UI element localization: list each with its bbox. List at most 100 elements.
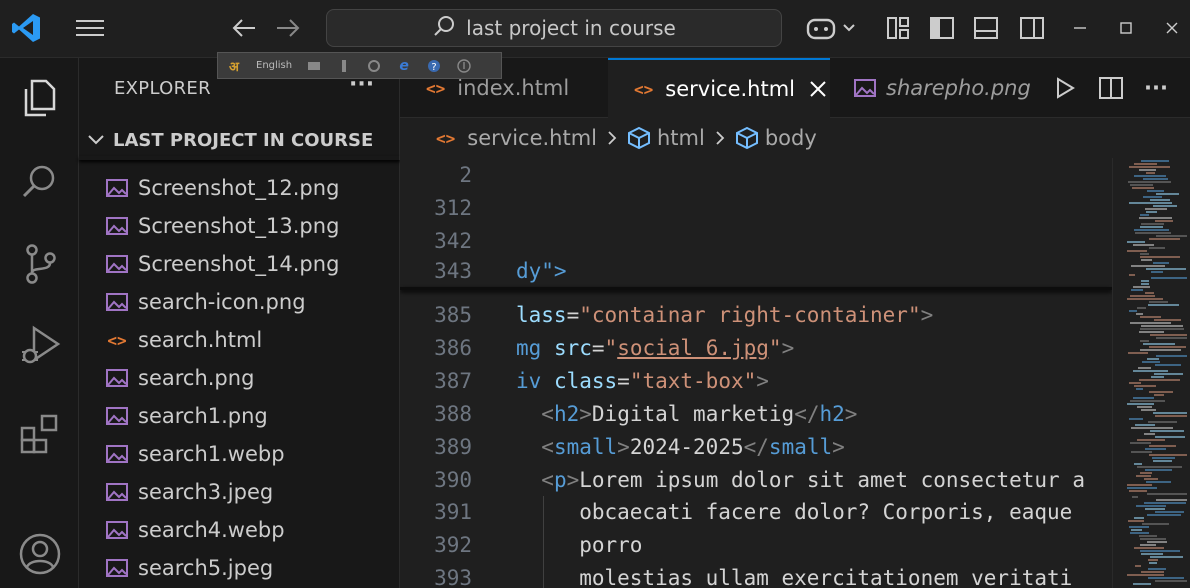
tab-label: sharepho.png (886, 76, 1031, 100)
forward-arrow-icon[interactable] (270, 12, 306, 44)
command-center-search[interactable]: last project in course (326, 9, 782, 47)
minimize-icon[interactable] (1066, 14, 1094, 42)
breadcrumb-item[interactable]: service.html (467, 126, 597, 150)
code-line[interactable]: 388 <h2>Digital marketig</h2> (400, 397, 1112, 430)
file-item[interactable]: Screenshot_14.png (79, 245, 400, 283)
options-icon[interactable] (456, 58, 472, 74)
image-file-icon (105, 557, 129, 579)
file-item[interactable]: search1.png (79, 397, 400, 435)
minimap-line (1140, 349, 1181, 351)
file-item[interactable]: search3.jpeg (79, 473, 400, 511)
minimap-line (1154, 373, 1183, 375)
minimap-line (1129, 166, 1170, 168)
language-label[interactable]: English (256, 58, 292, 74)
minimap-line (1148, 304, 1179, 306)
minimap-line (1134, 163, 1157, 165)
line-number: 342 (434, 228, 472, 253)
minimap-line (1147, 541, 1167, 543)
minimap-line (1148, 568, 1166, 570)
close-tab-icon[interactable] (809, 80, 827, 98)
extensions-icon[interactable] (0, 402, 79, 462)
settings-icon[interactable] (366, 58, 382, 74)
pen-icon[interactable] (336, 58, 352, 74)
code-text: dy"> (516, 258, 567, 283)
toggle-secondary-sidebar-icon[interactable] (1016, 12, 1048, 44)
back-arrow-icon[interactable] (226, 12, 262, 44)
code-line[interactable]: 387 iv class="taxt-box"> (400, 364, 1112, 397)
minimap-line (1129, 418, 1143, 420)
code-line[interactable]: 391 obcaecati facere dolor? Corporis, ea… (400, 495, 1112, 528)
image-file-icon (105, 291, 129, 313)
minimap-line (1139, 169, 1156, 171)
minimap[interactable] (1112, 158, 1190, 588)
file-item[interactable]: Screenshot_13.png (79, 207, 400, 245)
code-text: porro (516, 532, 643, 557)
minimap-line (1134, 463, 1142, 465)
minimap-line (1133, 397, 1154, 399)
minimap-line (1130, 184, 1153, 186)
title-bar: last project in course (0, 0, 1190, 58)
copilot-icon[interactable] (800, 12, 860, 44)
file-item[interactable]: search1.webp (79, 435, 400, 473)
menu-icon[interactable] (70, 12, 110, 44)
tab-sharepho-png[interactable]: sharepho.png (830, 58, 1040, 118)
minimap-line (1140, 538, 1166, 540)
keyboard-icon[interactable] (306, 58, 322, 74)
ie-icon[interactable]: e (396, 58, 412, 74)
toggle-panel-icon[interactable] (970, 12, 1002, 44)
editor-more-icon[interactable]: ··· (1140, 58, 1172, 118)
folder-name: LAST PROJECT IN COURSE (113, 129, 374, 151)
file-item[interactable]: <> search.html (79, 321, 400, 359)
breadcrumb-item[interactable]: body (765, 126, 817, 150)
file-item[interactable]: search-icon.png (79, 283, 400, 321)
layout-customize-icon[interactable] (882, 12, 914, 44)
minimap-line (1140, 340, 1149, 342)
code-line[interactable]: 393 molestias ullam exercitationem verit… (400, 561, 1112, 588)
file-item[interactable]: search4.webp (79, 511, 400, 549)
line-number: 312 (434, 195, 472, 220)
code-line[interactable]: 389 <small>2024-2025</small> (400, 430, 1112, 463)
file-item[interactable]: Screenshot_12.png (79, 169, 400, 207)
line-number: 386 (434, 335, 472, 360)
breadcrumb-item[interactable]: html (657, 126, 705, 150)
account-icon[interactable] (0, 524, 79, 584)
close-window-icon[interactable] (1158, 14, 1186, 42)
code-editor[interactable]: 2 312 342 343 dy"> 385 lass="containar rig… (400, 158, 1112, 588)
minimap-line (1149, 454, 1187, 456)
file-name: Screenshot_14.png (138, 252, 340, 276)
sticky-line[interactable]: 342 (400, 224, 1112, 257)
file-item[interactable]: search.png (79, 359, 400, 397)
run-icon[interactable] (1050, 58, 1080, 118)
svg-text:?: ? (431, 62, 436, 73)
code-line[interactable]: 386 mg src="social 6.jpg"> (400, 331, 1112, 364)
maximize-icon[interactable] (1112, 14, 1140, 42)
minimap-line (1143, 343, 1175, 345)
explorer-icon[interactable] (0, 68, 79, 128)
explorer-sidebar: EXPLORER ··· LAST PROJECT IN COURSE Scre… (79, 58, 400, 588)
minimap-line (1153, 412, 1187, 414)
image-file-icon (105, 367, 129, 389)
file-name: search1.webp (138, 442, 285, 466)
input-method-icon[interactable]: अ (226, 58, 242, 75)
source-control-icon[interactable] (0, 234, 79, 294)
file-item[interactable]: search5.jpeg (79, 549, 400, 587)
code-line[interactable]: 392 porro (400, 528, 1112, 561)
sticky-line[interactable]: 312 (400, 191, 1112, 224)
folder-header[interactable]: LAST PROJECT IN COURSE (79, 124, 400, 156)
search-sidebar-icon[interactable] (0, 152, 79, 212)
minimap-line (1130, 442, 1151, 444)
run-debug-icon[interactable] (0, 316, 79, 376)
sticky-line[interactable]: 343 dy"> (400, 254, 1112, 287)
minimap-line (1156, 499, 1187, 501)
image-file-icon (105, 215, 129, 237)
split-editor-icon[interactable] (1096, 58, 1126, 118)
minimap-line (1153, 262, 1169, 264)
help-icon[interactable]: ? (426, 58, 442, 74)
code-line[interactable]: 385 lass="containar right-container"> (400, 298, 1112, 331)
minimap-line (1129, 526, 1149, 528)
tab-service-html[interactable]: <> service.html (608, 58, 830, 118)
minimap-line (1146, 172, 1155, 174)
code-line[interactable]: 390 <p>Lorem ipsum dolor sit amet consec… (400, 463, 1112, 496)
sticky-line[interactable]: 2 (400, 158, 1112, 191)
toggle-primary-sidebar-icon[interactable] (926, 12, 958, 44)
